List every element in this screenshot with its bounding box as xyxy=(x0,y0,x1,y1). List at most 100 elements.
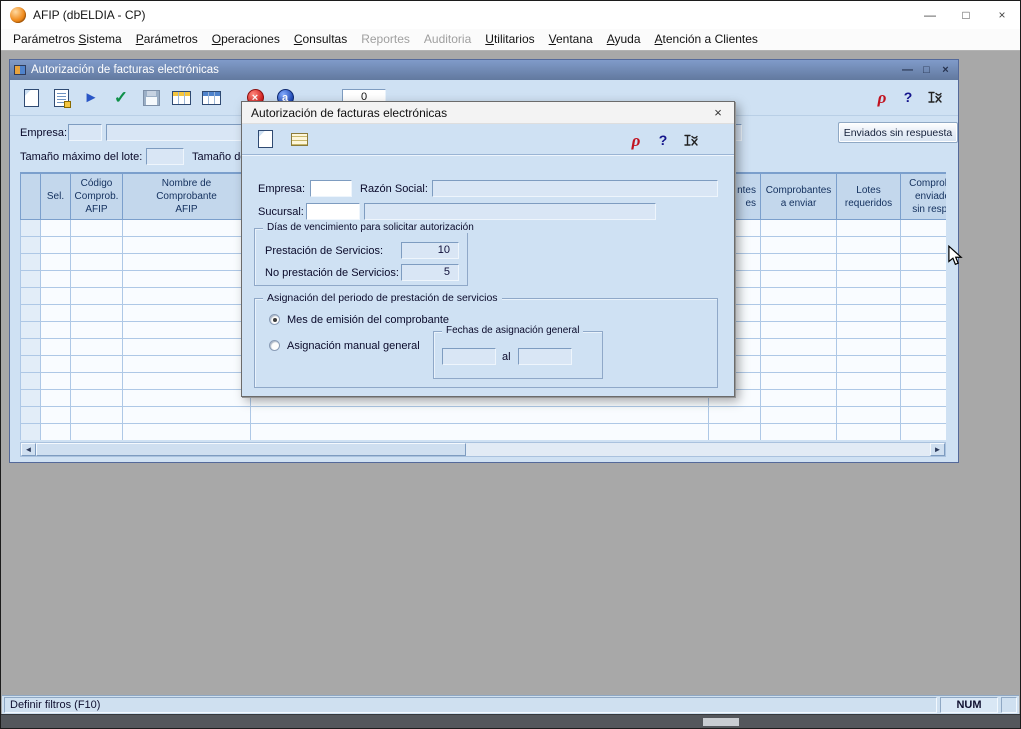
minimize-button[interactable]: — xyxy=(912,1,948,29)
table-cell[interactable] xyxy=(123,390,251,407)
table-cell[interactable] xyxy=(901,407,947,424)
properties-icon[interactable] xyxy=(48,85,74,111)
table-cell[interactable] xyxy=(837,237,901,254)
dialog-filters-icon[interactable] xyxy=(680,130,700,150)
table-cell[interactable] xyxy=(71,254,123,271)
child-titlebar[interactable]: Autorización de facturas electrónicas — … xyxy=(10,60,958,80)
table-cell[interactable] xyxy=(41,271,71,288)
enviados-sin-respuesta-button[interactable]: Enviados sin respuesta xyxy=(838,122,958,143)
table-cell[interactable] xyxy=(901,305,947,322)
table-cell[interactable] xyxy=(71,220,123,237)
table-cell[interactable] xyxy=(837,407,901,424)
table-cell[interactable] xyxy=(21,305,41,322)
table-cell[interactable] xyxy=(837,220,901,237)
menu-item-consultas[interactable]: Consultas xyxy=(287,30,354,49)
dialog-archive-icon[interactable] xyxy=(286,126,312,152)
table-cell[interactable] xyxy=(21,339,41,356)
table-cell[interactable] xyxy=(41,339,71,356)
table-cell[interactable] xyxy=(41,254,71,271)
table-cell[interactable] xyxy=(901,254,947,271)
table-cell[interactable] xyxy=(837,339,901,356)
scroll-thumb[interactable] xyxy=(36,443,466,456)
table-cell[interactable] xyxy=(21,407,41,424)
table-cell[interactable] xyxy=(71,322,123,339)
table-cell[interactable] xyxy=(837,271,901,288)
table-cell[interactable] xyxy=(901,271,947,288)
table-cell[interactable] xyxy=(41,237,71,254)
table-cell[interactable] xyxy=(837,373,901,390)
table-cell[interactable] xyxy=(123,424,251,441)
table-cell[interactable] xyxy=(41,424,71,441)
table-cell[interactable] xyxy=(837,390,901,407)
table-cell[interactable] xyxy=(761,254,837,271)
table-cell[interactable] xyxy=(761,407,837,424)
table-cell[interactable] xyxy=(71,288,123,305)
table-cell[interactable] xyxy=(123,407,251,424)
table-cell[interactable] xyxy=(21,237,41,254)
table-cell[interactable] xyxy=(901,322,947,339)
table-cell[interactable] xyxy=(71,407,123,424)
table-cell[interactable] xyxy=(761,373,837,390)
table-cell[interactable] xyxy=(21,322,41,339)
table-cell[interactable] xyxy=(901,220,947,237)
radio-mes-emision[interactable] xyxy=(269,314,280,325)
child-maximize-button[interactable]: □ xyxy=(918,63,935,78)
table-cell[interactable] xyxy=(71,339,123,356)
column-header-7[interactable]: Lotes requeridos xyxy=(837,174,901,220)
table-cell[interactable] xyxy=(21,288,41,305)
column-header-0[interactable] xyxy=(21,174,41,220)
table-cell[interactable] xyxy=(709,424,761,441)
main-titlebar[interactable]: AFIP (dbELDIA - CP) — □ × xyxy=(1,1,1020,29)
table-cell[interactable] xyxy=(71,390,123,407)
table-cell[interactable] xyxy=(21,390,41,407)
menu-item-utilitarios[interactable]: Utilitarios xyxy=(478,30,541,49)
menu-item-ayuda[interactable]: Ayuda xyxy=(600,30,648,49)
table-cell[interactable] xyxy=(761,220,837,237)
dialog-new-icon[interactable] xyxy=(252,126,278,152)
horizontal-scrollbar[interactable]: ◄ ► xyxy=(20,442,946,457)
table-cell[interactable] xyxy=(761,339,837,356)
dialog-exit-icon[interactable]: ρ xyxy=(626,130,646,150)
table-cell[interactable] xyxy=(41,220,71,237)
table-cell[interactable] xyxy=(761,424,837,441)
radio-asignacion-manual-label[interactable]: Asignación manual general xyxy=(287,340,420,352)
radio-mes-emision-label[interactable]: Mes de emisión del comprobante xyxy=(287,314,449,326)
table-cell[interactable] xyxy=(837,305,901,322)
table-cell[interactable] xyxy=(837,424,901,441)
table-row[interactable] xyxy=(21,424,947,441)
close-button[interactable]: × xyxy=(984,1,1020,29)
menu-item-parametros[interactable]: Parámetros xyxy=(129,30,205,49)
table-cell[interactable] xyxy=(21,254,41,271)
table-cell[interactable] xyxy=(41,305,71,322)
table-cell[interactable] xyxy=(901,390,947,407)
table-cell[interactable] xyxy=(251,424,709,441)
table-cell[interactable] xyxy=(123,237,251,254)
table-cell[interactable] xyxy=(837,254,901,271)
table-cell[interactable] xyxy=(837,356,901,373)
table-cell[interactable] xyxy=(123,305,251,322)
table-cell[interactable] xyxy=(41,373,71,390)
table-row[interactable] xyxy=(21,407,947,424)
menu-item-atencion-a-clientes[interactable]: Atención a Clientes xyxy=(648,30,765,49)
table-cell[interactable] xyxy=(901,356,947,373)
table-cell[interactable] xyxy=(761,237,837,254)
table-cell[interactable] xyxy=(21,271,41,288)
exit-icon[interactable]: ρ xyxy=(872,87,892,107)
menu-item-operaciones[interactable]: Operaciones xyxy=(205,30,287,49)
table-cell[interactable] xyxy=(761,322,837,339)
new-icon[interactable] xyxy=(18,85,44,111)
column-header-2[interactable]: Código Comprob. AFIP xyxy=(71,174,123,220)
table-cell[interactable] xyxy=(21,356,41,373)
table-cell[interactable] xyxy=(123,288,251,305)
dialog-empresa-field[interactable] xyxy=(310,180,352,197)
lotes-grid-icon[interactable] xyxy=(168,85,194,111)
table-cell[interactable] xyxy=(123,356,251,373)
table-cell[interactable] xyxy=(21,424,41,441)
column-header-8[interactable]: Comproba enviado sin respu xyxy=(901,174,947,220)
table-cell[interactable] xyxy=(761,390,837,407)
column-header-6[interactable]: Comprobantes a enviar xyxy=(761,174,837,220)
child-close-button[interactable]: × xyxy=(937,63,954,78)
table-cell[interactable] xyxy=(901,288,947,305)
table-cell[interactable] xyxy=(761,271,837,288)
table-cell[interactable] xyxy=(761,356,837,373)
